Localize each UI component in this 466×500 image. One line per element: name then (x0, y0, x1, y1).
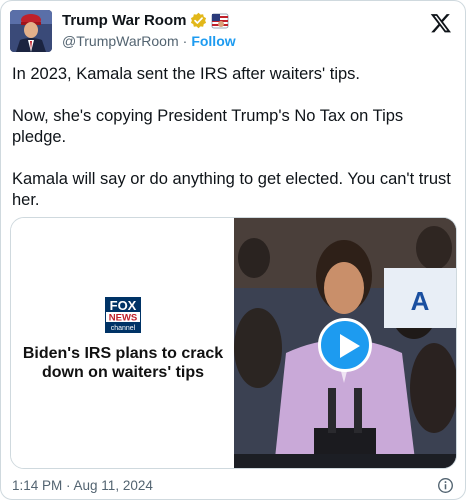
media-card[interactable]: FOX NEWS channel Biden's IRS plans to cr… (10, 217, 457, 469)
separator-dot: · (182, 33, 188, 49)
play-button[interactable] (318, 318, 372, 372)
tweet-timestamp[interactable]: 1:14 PM · Aug 11, 2024 (12, 478, 153, 493)
tweet-paragraph: In 2023, Kamala sent the IRS after waite… (12, 65, 360, 83)
fox-logo-line3: channel (111, 325, 136, 332)
fox-logo-line2: NEWS (109, 313, 138, 324)
author-handle[interactable]: @TrumpWarRoom (62, 33, 179, 49)
fox-news-panel: FOX NEWS channel Biden's IRS plans to cr… (11, 218, 234, 468)
fox-logo-line1: FOX (110, 298, 137, 313)
avatar[interactable] (10, 10, 52, 52)
handle-row: @TrumpWarRoom · Follow (62, 33, 236, 49)
author-name[interactable]: Trump War Room (62, 12, 186, 29)
info-icon[interactable] (437, 477, 454, 494)
tweet-paragraph: Kamala will say or do anything to get el… (12, 170, 451, 209)
card-headline: Biden's IRS plans to crack down on waite… (22, 345, 224, 381)
tweet-text: In 2023, Kamala sent the IRS after waite… (12, 64, 452, 232)
tweet-paragraph: Now, she's copying President Trump's No … (12, 107, 404, 146)
author-name-row: Trump War Room (62, 12, 229, 29)
verified-badge-icon (191, 12, 207, 29)
us-flag-emoji-icon (211, 13, 229, 28)
svg-text:A: A (411, 286, 430, 316)
video-thumbnail[interactable]: A (234, 218, 456, 468)
play-icon (340, 334, 360, 358)
x-logo-icon[interactable] (430, 12, 452, 34)
fox-news-logo: FOX NEWS channel (104, 296, 142, 334)
follow-button[interactable]: Follow (191, 33, 235, 49)
tweet-header: Trump War Room @TrumpWarRoom · Follow (10, 10, 456, 54)
